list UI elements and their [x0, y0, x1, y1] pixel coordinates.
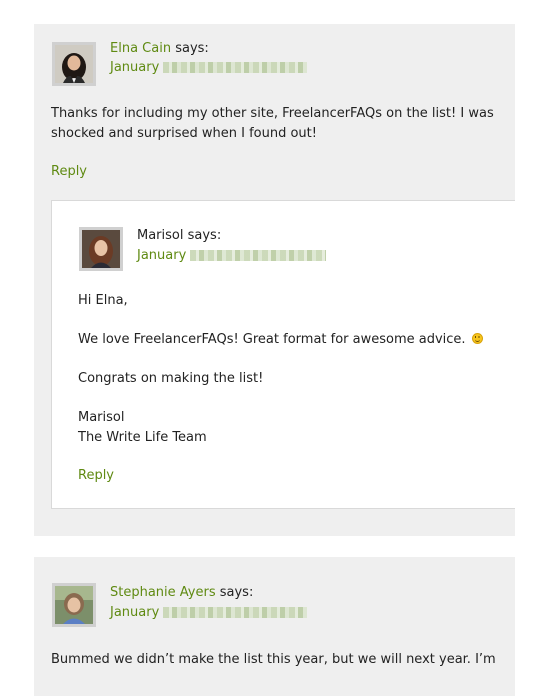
- redacted-date-blur: [190, 250, 327, 261]
- comment-author-link[interactable]: Stephanie Ayers: [110, 585, 216, 600]
- says-label: says:: [175, 41, 209, 56]
- comment-body: Bummed we didn’t make the list this year…: [51, 650, 511, 670]
- reply-link[interactable]: Reply: [51, 163, 87, 180]
- comment-meta: Marisol says:: [137, 227, 221, 244]
- avatar-elna-image: [55, 45, 93, 83]
- reply-text: We love FreelancerFAQs! Great format for…: [78, 332, 466, 347]
- comment-date-link[interactable]: January: [110, 604, 308, 621]
- avatar-marisol-image: [82, 230, 120, 268]
- date-month[interactable]: January: [110, 605, 159, 620]
- redacted-date-blur: [163, 607, 308, 618]
- signature-team: The Write Life Team: [78, 430, 207, 445]
- says-label: says:: [187, 228, 222, 243]
- reply-body-line: We love FreelancerFAQs! Great format for…: [78, 330, 508, 350]
- comment-meta: Stephanie Ayers says:: [110, 584, 253, 601]
- comment-text-line: Thanks for including my other site, Free…: [51, 106, 494, 121]
- comment-card: Elna Cain says: January Thanks for inclu…: [34, 24, 515, 536]
- avatar: [79, 227, 123, 271]
- signature-name: Marisol: [78, 410, 125, 425]
- date-month[interactable]: January: [137, 248, 186, 263]
- reply-greeting: Hi Elna,: [78, 293, 128, 308]
- avatar-stephanie-image: [55, 586, 93, 624]
- comment-author: Marisol: [137, 228, 184, 243]
- comment-meta: Elna Cain says:: [110, 40, 209, 57]
- says-label: says:: [219, 585, 254, 600]
- comment-date-link[interactable]: January: [110, 59, 308, 76]
- comment-author-link[interactable]: Elna Cain: [110, 41, 171, 56]
- smiley-emoji-icon: [471, 333, 483, 344]
- comment-text-line: Bummed we didn’t make the list this year…: [51, 652, 496, 667]
- comment-card: Stephanie Ayers says: January Bummed we …: [34, 557, 515, 696]
- avatar: [52, 583, 96, 627]
- comment-date-link[interactable]: January: [137, 247, 327, 264]
- reply-signature: Marisol The Write Life Team: [78, 408, 508, 448]
- reply-body-line: Congrats on making the list!: [78, 369, 508, 389]
- reply-text-line: We love FreelancerFAQs! Great format for…: [78, 330, 508, 350]
- reply-text-line: Congrats on making the list!: [78, 371, 264, 386]
- avatar: [52, 42, 96, 86]
- comment-text-line: shocked and surprised when I found out!: [51, 126, 317, 141]
- redacted-date-blur: [163, 62, 308, 73]
- date-month[interactable]: January: [110, 60, 159, 75]
- reply-link[interactable]: Reply: [78, 467, 114, 484]
- nested-reply-card: Marisol says: January Hi Elna, We love F…: [51, 200, 515, 509]
- reply-body: Hi Elna,: [78, 291, 508, 311]
- comment-body: Thanks for including my other site, Free…: [51, 104, 511, 144]
